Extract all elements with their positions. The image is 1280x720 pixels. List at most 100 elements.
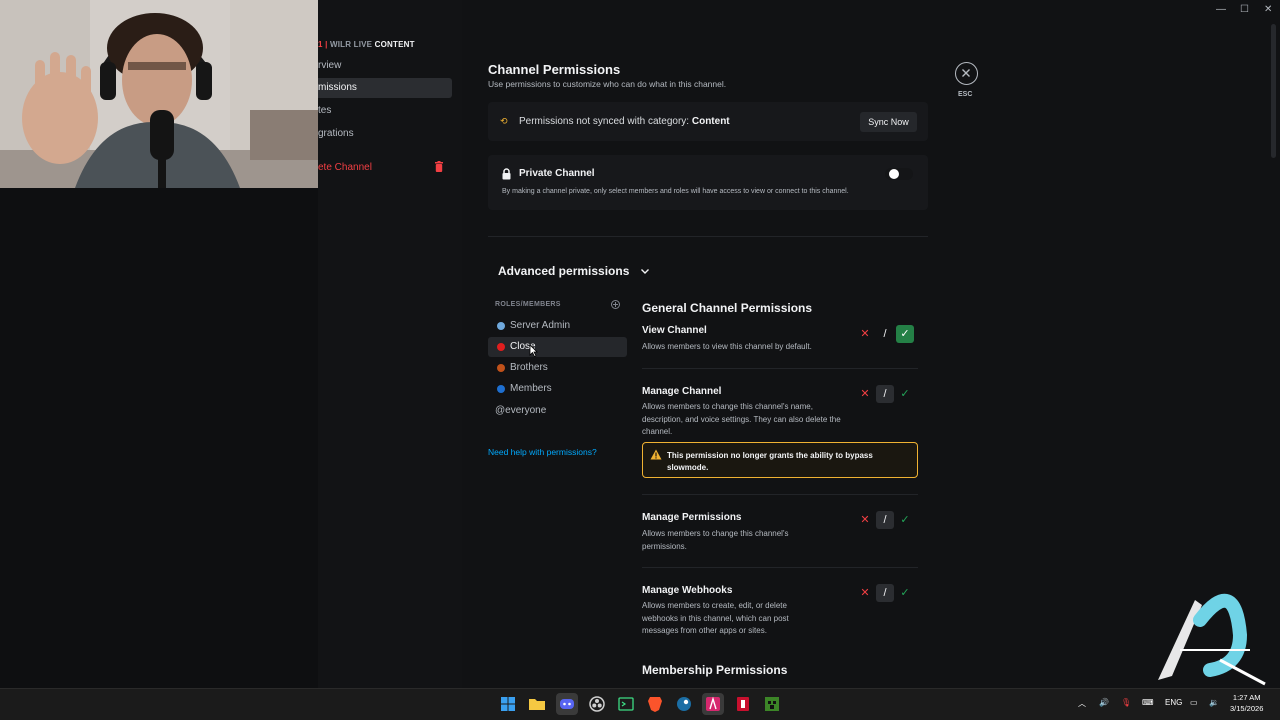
neutral-button[interactable]: /	[876, 385, 894, 403]
scrollbar-thumb[interactable]	[1271, 24, 1276, 158]
role-color-dot	[497, 343, 505, 351]
roles-members-header: ROLES/MEMBERS	[495, 301, 561, 308]
allow-button[interactable]: ✓	[896, 385, 914, 403]
membership-permissions-heading: Membership Permissions	[642, 663, 788, 677]
close-icon	[962, 69, 970, 77]
role-item-close[interactable]: Close	[488, 337, 627, 357]
file-explorer-icon[interactable]	[526, 693, 548, 715]
allow-button[interactable]: ✓	[896, 511, 914, 529]
private-channel-title: Private Channel	[519, 168, 595, 179]
sidebar-header-server: WILR LIVE	[329, 40, 373, 49]
role-name: Brothers	[510, 362, 548, 373]
permission-toggle-manage-permissions: ✕ / ✓	[856, 511, 916, 529]
toggle-knob	[889, 169, 899, 179]
warning-icon	[650, 449, 662, 460]
add-role-icon[interactable]	[611, 300, 620, 309]
language-indicator[interactable]: ENG	[1165, 698, 1182, 707]
role-color-dot	[497, 364, 505, 372]
trash-icon[interactable]	[434, 161, 444, 172]
deny-button[interactable]: ✕	[856, 385, 874, 403]
discord-icon[interactable]	[556, 693, 578, 715]
allow-button[interactable]: ✓	[896, 325, 914, 343]
role-name: Server Admin	[510, 320, 571, 331]
page-subtitle: Use permissions to customize who can do …	[488, 79, 727, 89]
windows-start-icon[interactable]	[497, 693, 519, 715]
neutral-button[interactable]: /	[876, 584, 894, 602]
role-item-everyone[interactable]: @everyone	[488, 401, 627, 421]
sidebar-item-integrations[interactable]: grations	[314, 124, 452, 144]
streamer-logo-watermark	[1158, 593, 1266, 686]
permission-name: Manage Channel	[642, 386, 722, 397]
permission-divider	[642, 368, 918, 369]
role-color-dot	[497, 385, 505, 393]
help-permissions-link[interactable]: Need help with permissions?	[488, 447, 597, 457]
brave-browser-icon[interactable]	[644, 693, 666, 715]
neutral-button[interactable]: /	[876, 325, 894, 343]
terminal-icon[interactable]	[615, 693, 637, 715]
sidebar-item-invites[interactable]: tes	[314, 101, 452, 121]
deny-button[interactable]: ✕	[856, 325, 874, 343]
role-item-server-admin[interactable]: Server Admin	[488, 316, 627, 336]
chevron-down-icon[interactable]	[640, 267, 650, 275]
sidebar-header-channel: CONTENT	[374, 40, 415, 49]
role-item-members[interactable]: Members	[488, 379, 627, 399]
permission-toggle-manage-channel: ✕ / ✓	[856, 385, 916, 403]
minecraft-icon[interactable]	[761, 693, 783, 715]
permission-name: Manage Webhooks	[642, 585, 733, 596]
permission-divider	[642, 494, 918, 495]
close-button[interactable]	[955, 62, 978, 85]
steam-icon[interactable]	[673, 693, 695, 715]
clock-date: 3/15/2026	[1230, 704, 1264, 713]
microphone-icon[interactable]: 🎙	[1121, 698, 1131, 707]
advanced-permissions-title[interactable]: Advanced permissions	[498, 264, 629, 278]
permission-name: Manage Permissions	[642, 512, 742, 523]
permission-description: Allows members to create, edit, or delet…	[642, 601, 789, 635]
mouse-cursor-icon	[529, 344, 538, 357]
role-name: Members	[510, 383, 552, 394]
webcam-overlay	[0, 0, 318, 188]
permission-description: Allows members to view this channel by d…	[642, 342, 812, 351]
lock-icon	[502, 168, 511, 180]
private-channel-description: By making a channel private, only select…	[502, 188, 849, 195]
sidebar-item-delete-channel[interactable]: ete Channel	[314, 158, 452, 178]
deny-button[interactable]: ✕	[856, 584, 874, 602]
speaker-icon[interactable]: 🔉	[1209, 698, 1219, 707]
display-icon[interactable]: ▭	[1190, 698, 1198, 707]
section-divider	[488, 236, 928, 237]
sidebar-header: 1 | WILR LIVE CONTENT	[318, 40, 415, 49]
permission-toggle-manage-webhooks: ✕ / ✓	[856, 584, 916, 602]
page-title: Channel Permissions	[488, 62, 621, 77]
taskbar-clock[interactable]: 1:27 AM 3/15/2026	[1230, 692, 1263, 714]
sync-now-button[interactable]: Sync Now	[860, 112, 917, 132]
warning-text: This permission no longer grants the abi…	[667, 451, 873, 472]
neutral-button[interactable]: /	[876, 511, 894, 529]
red-app-icon[interactable]	[732, 693, 754, 715]
role-name: @everyone	[495, 405, 547, 416]
tray-overflow-chevron-icon[interactable]: ︿	[1078, 698, 1086, 709]
sidebar-item-overview[interactable]: rview	[314, 56, 452, 76]
window-close-icon[interactable]: ✕	[1264, 4, 1272, 15]
esc-label: ESC	[958, 91, 973, 98]
keyboard-icon[interactable]: ⌨	[1142, 698, 1154, 707]
clock-time: 1:27 AM	[1232, 693, 1261, 702]
minimize-icon[interactable]: —	[1216, 4, 1226, 15]
role-color-dot	[497, 322, 505, 330]
private-channel-toggle[interactable]	[885, 168, 913, 180]
allow-button[interactable]: ✓	[896, 584, 914, 602]
sync-warning-icon: ⟲	[500, 116, 508, 126]
sidebar-item-permissions[interactable]: missions	[314, 78, 452, 98]
role-item-brothers[interactable]: Brothers	[488, 358, 627, 378]
permission-description: Allows members to change this channel's …	[642, 529, 789, 551]
permission-description: Allows members to change this channel's …	[642, 402, 841, 436]
maximize-icon[interactable]: ☐	[1240, 4, 1249, 15]
sync-message: Permissions not synced with category:	[519, 116, 690, 127]
permission-divider	[642, 567, 918, 568]
app-launcher-icon[interactable]	[702, 693, 724, 715]
permission-name: View Channel	[642, 325, 707, 336]
volume-icon[interactable]: 🔊	[1099, 698, 1109, 707]
permission-toggle-view-channel: ✕ / ✓	[856, 325, 916, 343]
webcam-person-image	[0, 0, 318, 188]
plus-icon	[613, 302, 618, 307]
obs-icon[interactable]	[586, 693, 608, 715]
deny-button[interactable]: ✕	[856, 511, 874, 529]
